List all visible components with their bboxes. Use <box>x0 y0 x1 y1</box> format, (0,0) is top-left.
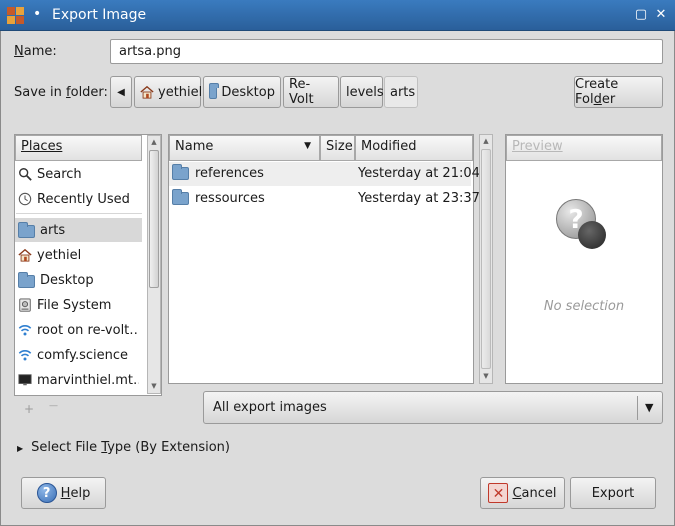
save-in-folder-label: Save in folder: <box>14 85 108 100</box>
scroll-thumb[interactable] <box>149 150 159 288</box>
home-icon <box>18 248 32 262</box>
home-icon <box>140 85 154 99</box>
window-title: Export Image <box>52 7 147 23</box>
add-bookmark-button[interactable]: + <box>24 402 34 416</box>
scroll-thumb[interactable] <box>481 149 491 369</box>
breadcrumb-desktop[interactable]: Desktop <box>203 76 281 108</box>
folder-icon <box>209 82 220 99</box>
drive-icon <box>19 298 31 312</box>
create-folder-button[interactable]: Create Folder <box>574 76 663 108</box>
breadcrumb-label: Re-Volt <box>289 77 314 107</box>
place-marvinthiel[interactable]: marvinthiel.mt… <box>15 368 139 392</box>
breadcrumb-label: levels <box>346 84 384 100</box>
cancel-icon: ✕ <box>488 483 509 503</box>
preview-panel <box>505 134 663 384</box>
place-root-on-re-volt[interactable]: root on re-volt… <box>15 318 139 342</box>
file-filter-select[interactable]: All export images ▼ <box>203 391 663 424</box>
breadcrumb-label: Desktop <box>221 84 275 100</box>
filename-input[interactable]: artsa.png <box>110 39 663 64</box>
breadcrumb-label: arts <box>390 84 416 100</box>
breadcrumb-yethiel[interactable]: yethiel <box>134 76 203 108</box>
place-comfy-science[interactable]: comfy.science <box>15 343 139 367</box>
preview-header: Preview <box>506 135 662 161</box>
network-icon <box>18 325 32 336</box>
help-button[interactable]: ? Help <box>21 477 106 509</box>
folder-icon <box>172 189 189 205</box>
network-icon <box>18 350 32 361</box>
no-selection-icon: ? <box>556 199 612 255</box>
title-bar: • Export Image ▢ ✕ <box>0 0 675 31</box>
breadcrumb-arts[interactable]: arts <box>384 76 418 108</box>
folder-icon <box>18 222 35 238</box>
monitor-icon <box>18 374 32 386</box>
folder-icon <box>172 164 189 180</box>
scroll-down-icon[interactable]: ▼ <box>480 370 492 382</box>
path-back-button[interactable]: ◀ <box>110 76 132 108</box>
place-yethiel[interactable]: yethiel <box>15 243 139 267</box>
name-label: Name: <box>14 44 57 59</box>
scroll-up-icon[interactable]: ▲ <box>480 135 492 147</box>
breadcrumb-levels[interactable]: levels <box>340 76 384 108</box>
file-row[interactable]: references Yesterday at 21:04 <box>169 162 480 186</box>
column-header-size[interactable]: Size <box>320 135 355 161</box>
select-file-type-expander[interactable]: ▶ Select File Type (By Extension) <box>17 440 230 455</box>
chevron-down-icon: ▼ <box>645 401 654 414</box>
export-button[interactable]: Export <box>570 477 656 509</box>
column-header-name[interactable]: Name ▼ <box>169 135 320 161</box>
place-recently-used[interactable]: Recently Used <box>15 187 139 211</box>
column-header-modified[interactable]: Modified <box>355 135 473 161</box>
cancel-button[interactable]: ✕ Cancel <box>480 477 565 509</box>
sticky-indicator: • <box>33 6 42 22</box>
maximize-button[interactable]: ▢ <box>632 6 650 24</box>
scroll-down-icon[interactable]: ▼ <box>148 380 160 392</box>
clock-icon <box>18 192 32 206</box>
files-scrollbar[interactable]: ▲ ▼ <box>479 134 493 384</box>
place-search[interactable]: Search <box>15 162 139 186</box>
places-header[interactable]: Places <box>15 135 142 161</box>
places-divider <box>16 213 142 214</box>
remove-bookmark-button[interactable]: — <box>49 401 58 411</box>
places-scrollbar[interactable]: ▲ ▼ <box>147 135 161 394</box>
help-icon: ? <box>36 483 57 503</box>
breadcrumb-re-volt[interactable]: Re-Volt <box>283 76 339 108</box>
scroll-up-icon[interactable]: ▲ <box>148 136 160 148</box>
file-row[interactable]: ressources Yesterday at 23:37 <box>169 187 480 211</box>
no-selection-label: No selection <box>543 299 625 314</box>
sort-down-icon: ▼ <box>304 141 311 151</box>
expander-arrow-icon: ▶ <box>17 444 24 453</box>
search-icon <box>19 168 32 181</box>
close-window-button[interactable]: ✕ <box>652 6 670 24</box>
place-arts[interactable]: arts <box>15 218 142 242</box>
folder-icon <box>18 272 35 288</box>
breadcrumb-label: yethiel <box>158 84 203 100</box>
place-file-system[interactable]: File System <box>15 293 139 317</box>
app-icon[interactable] <box>7 7 24 24</box>
place-desktop[interactable]: Desktop <box>15 268 139 292</box>
